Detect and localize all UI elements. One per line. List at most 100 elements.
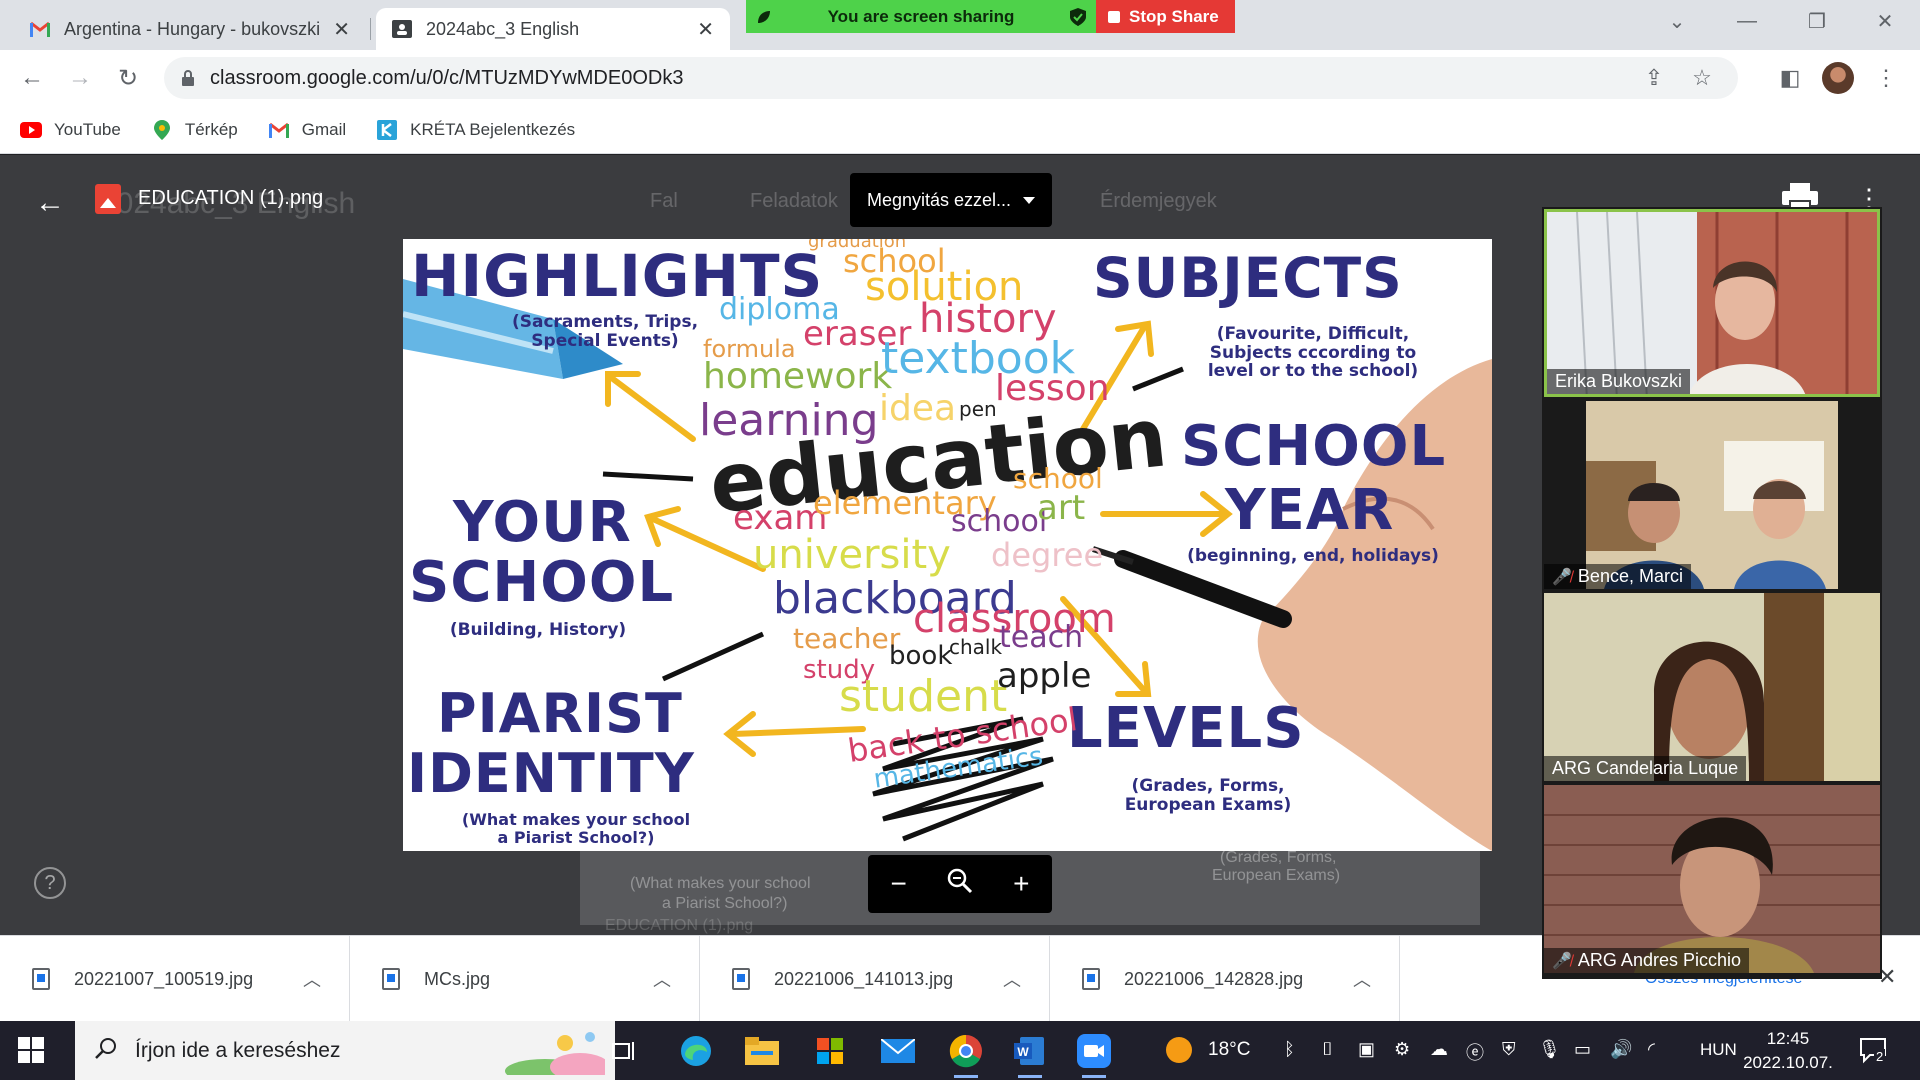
participant-name: 🎤̸ Bence, Marci	[1544, 564, 1691, 589]
share-icon[interactable]: ⇪	[1634, 57, 1674, 99]
chevron-up-icon[interactable]: ︿	[303, 966, 321, 992]
wifi-icon[interactable]: ◜	[1648, 1039, 1655, 1060]
tab-close-icon[interactable]: ✕	[697, 17, 714, 42]
microphone-icon[interactable]: 🎙	[1538, 1039, 1561, 1060]
participant-tile[interactable]: Erika Bukovszki	[1544, 209, 1880, 397]
notification-center-icon[interactable]: 2	[1858, 1035, 1888, 1065]
bookmark-star-icon[interactable]: ☆	[1682, 57, 1722, 99]
download-item[interactable]: 20221007_100519.jpg ︿	[0, 936, 350, 1022]
zoom-app-icon[interactable]	[1072, 1029, 1116, 1078]
tab-separator	[370, 18, 371, 40]
chrome-icon[interactable]	[944, 1029, 988, 1078]
chevron-up-icon[interactable]: ︿	[653, 966, 671, 992]
security-shield-icon[interactable]: ⛨	[1502, 1039, 1516, 1060]
usb-icon[interactable]: ⌷	[1322, 1039, 1333, 1060]
windows-start-icon[interactable]	[18, 1037, 44, 1063]
image-file-icon	[95, 184, 121, 214]
bookmark-label: Gmail	[301, 119, 347, 139]
bg-file-caption: EDUCATION (1).png	[605, 917, 754, 934]
tab-close-icon[interactable]: ✕	[333, 17, 350, 42]
tab-title: 2024abc_3 English	[426, 18, 580, 39]
menu-kebab-icon[interactable]: ⋮	[1866, 58, 1906, 98]
download-file-name: 20221007_100519.jpg	[74, 968, 254, 989]
levels-sub: (Grades, Forms, European Exams)	[1124, 776, 1292, 815]
clock-date: 2022.10.07.	[1743, 1053, 1833, 1072]
system-clock[interactable]: 12:45 2022.10.07.	[1738, 1027, 1838, 1075]
task-view-icon[interactable]	[602, 1029, 646, 1073]
bookmark-label: Térkép	[184, 119, 238, 139]
word-book: book	[889, 641, 953, 671]
lock-icon	[182, 70, 194, 86]
youtube-icon	[20, 121, 42, 139]
zoom-tray-icon[interactable]: ▣	[1358, 1039, 1375, 1060]
participant-tile[interactable]: 🎤̸ Bence, Marci	[1544, 401, 1880, 589]
video-participants-panel: Erika Bukovszki 🎤̸ Bence, Marci ARG Cand…	[1542, 207, 1882, 979]
video-feed	[1544, 785, 1880, 973]
zoom-magnifier-icon[interactable]	[940, 868, 980, 901]
bg-caption-piarist: a Piarist School?)	[662, 895, 788, 912]
edge-icon[interactable]	[674, 1029, 718, 1073]
stop-share-button[interactable]: Stop Share	[1096, 0, 1235, 33]
tab-classroom[interactable]: 2024abc_3 English ✕	[376, 8, 730, 50]
minimize-icon[interactable]: —	[1722, 0, 1772, 42]
school-year-sub: (beginning, end, holidays)	[1187, 546, 1439, 566]
bookmark-maps[interactable]: Térkép	[151, 119, 238, 140]
battery-icon[interactable]: ▭	[1574, 1039, 1591, 1060]
tab-search-chevron-icon[interactable]: ⌄	[1652, 0, 1702, 42]
chevron-up-icon[interactable]: ︿	[1353, 966, 1371, 992]
your-school-sub: (Building, History)	[449, 620, 627, 640]
address-bar[interactable]: classroom.google.com/u/0/c/MTUzMDYwMDE0O…	[164, 57, 1738, 99]
heading-subjects: SUBJECTS	[1093, 246, 1403, 310]
weather-widget[interactable]: 18°C	[1166, 1037, 1250, 1063]
app-e-icon[interactable]: ⓔ	[1466, 1039, 1484, 1065]
word-icon[interactable]: W	[1008, 1029, 1052, 1078]
window-close-icon[interactable]: ✕	[1860, 0, 1910, 42]
heading-identity: IDENTITY	[407, 742, 695, 805]
zoom-out-button[interactable]: −	[879, 868, 919, 900]
microsoft-store-icon[interactable]	[808, 1029, 852, 1073]
download-item[interactable]: 20221006_142828.jpg ︿	[1050, 936, 1400, 1022]
volume-icon[interactable]: 🔊	[1610, 1039, 1632, 1060]
file-explorer-icon[interactable]	[740, 1029, 784, 1073]
search-highlight-illustration	[505, 1032, 605, 1075]
word-art: art	[1037, 488, 1086, 528]
svg-text:W: W	[1017, 1045, 1029, 1059]
bookmark-youtube[interactable]: YouTube	[20, 120, 121, 140]
bluetooth-icon[interactable]: ᛒ	[1284, 1039, 1295, 1060]
heading-piarist: PIARIST	[437, 682, 683, 745]
side-panel-icon[interactable]: ◧	[1770, 58, 1810, 98]
tab-gmail[interactable]: Argentina - Hungary - bukovszki ✕	[14, 8, 366, 50]
bookmark-label: YouTube	[54, 119, 121, 139]
bookmark-kreta[interactable]: KRÉTA Bejelentkezés	[376, 119, 575, 140]
chevron-up-icon[interactable]: ︿	[1003, 966, 1021, 992]
participant-name: ARG Candelaria Luque	[1544, 756, 1747, 781]
bg-caption-school: (What makes your school	[630, 875, 811, 892]
viewer-file-name: EDUCATION (1).png	[138, 187, 324, 209]
zoom-in-button[interactable]: +	[1001, 868, 1041, 900]
bookmark-gmail[interactable]: Gmail	[268, 120, 346, 140]
viewer-back-icon[interactable]: ←	[30, 183, 70, 223]
download-item[interactable]: 20221006_141013.jpg ︿	[700, 936, 1050, 1022]
taskbar-search-box[interactable]: Írjon ide a kereséshez	[75, 1021, 615, 1080]
profile-avatar[interactable]	[1818, 58, 1858, 98]
participant-tile[interactable]: ARG Candelaria Luque	[1544, 593, 1880, 781]
reload-icon[interactable]: ↻	[108, 58, 148, 98]
network-settings-icon[interactable]: ⚙	[1394, 1039, 1410, 1060]
back-icon[interactable]: ←	[12, 58, 52, 98]
video-feed	[1544, 401, 1880, 589]
restore-icon[interactable]: ❐	[1792, 0, 1842, 42]
gmail-icon	[30, 19, 50, 39]
forward-icon[interactable]: →	[60, 58, 100, 98]
notification-count: 2	[1874, 1049, 1886, 1064]
language-indicator[interactable]: HUN	[1700, 1040, 1737, 1060]
download-item[interactable]: MCs.jpg ︿	[350, 936, 700, 1022]
bookmarks-bar: YouTube Térkép Gmail KRÉTA Bejelentkezés	[0, 106, 1920, 154]
mail-icon[interactable]	[876, 1029, 920, 1073]
onedrive-icon[interactable]: ☁	[1430, 1039, 1448, 1060]
open-with-button[interactable]: Megnyitás ezzel...	[850, 173, 1052, 227]
stop-share-label: Stop Share	[1129, 6, 1219, 26]
participant-tile[interactable]: 🎤̸ ARG Andres Picchio	[1544, 785, 1880, 973]
word-apple: apple	[997, 656, 1092, 696]
help-icon[interactable]: ?	[34, 867, 66, 899]
url-text: classroom.google.com/u/0/c/MTUzMDYwMDE0O…	[210, 66, 684, 89]
